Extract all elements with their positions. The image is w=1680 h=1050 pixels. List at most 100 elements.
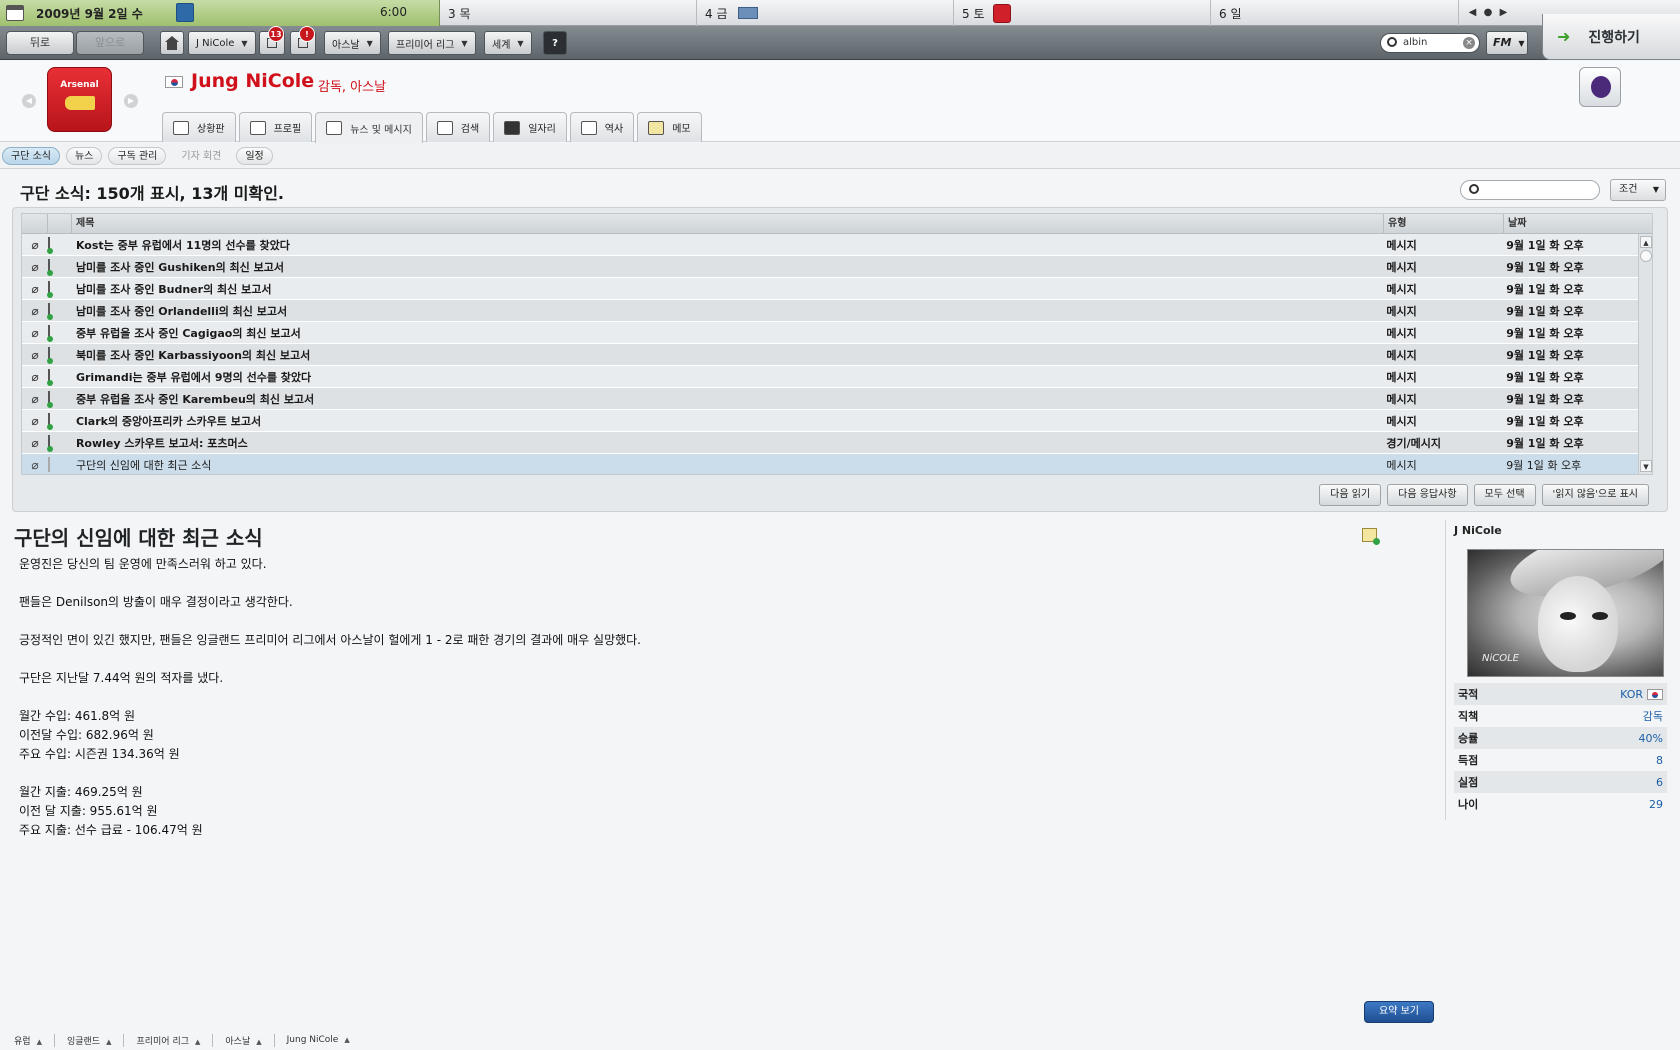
tab-jobs[interactable]: 일자리 [493, 112, 567, 142]
inbox-title: 구단 소식: 150개 표시, 13개 미확인. [20, 184, 284, 203]
fm-menu[interactable]: FM ▼ [1486, 31, 1528, 55]
stat-value-wrap[interactable]: KOR [1620, 688, 1663, 701]
clear-search-icon[interactable]: × [1463, 37, 1475, 49]
stat-label: 승률 [1458, 732, 1479, 745]
paperclip-icon: ⌀ [31, 303, 39, 318]
filter-search-input[interactable] [1460, 180, 1600, 200]
stat-value: KOR [1620, 687, 1643, 701]
add-note-icon[interactable] [1362, 528, 1380, 545]
tab-notes[interactable]: 메모 [637, 112, 702, 142]
message-date: 9월 1일 화 오후 [1506, 414, 1584, 428]
inbox-button[interactable]: 13 [259, 26, 285, 55]
paperclip-icon: ⌀ [31, 391, 39, 406]
scroll-thumb[interactable] [1640, 250, 1652, 262]
calendar-day-3[interactable]: 3 목 [440, 0, 697, 26]
club-menu[interactable]: 아스날 ▼ [324, 31, 381, 55]
home-icon [173, 120, 189, 135]
stat-label: 국적 [1458, 688, 1479, 701]
manager-name: Jung NiCole [191, 70, 315, 92]
table-row[interactable]: ⌀ 북미를 조사 중인 Karbassiyoon의 최신 보고서 메시지 9월 1일 … [22, 344, 1652, 366]
world-menu[interactable]: 세계 ▼ [484, 31, 532, 55]
scroll-up-icon[interactable]: ▲ [1640, 236, 1652, 248]
world-menu-label: 세계 [492, 39, 511, 51]
calendar-day-6[interactable]: 6 일 [1211, 0, 1459, 26]
calendar-icon[interactable] [6, 5, 24, 21]
tab-news[interactable]: 뉴스 및 메시지 [315, 112, 423, 143]
manager-photo: NiCOLE [1467, 549, 1664, 677]
profile-name[interactable]: J NiCole [1454, 524, 1667, 537]
breadcrumb-item[interactable]: 유럽 ▲ [14, 1033, 55, 1047]
breadcrumb-item[interactable]: Jung NiCole ▲ [287, 1035, 362, 1045]
prev-arrow-icon[interactable]: ◀ [22, 94, 36, 108]
next-response-button[interactable]: 다음 응답사항 [1387, 484, 1468, 506]
calendar-today[interactable]: 2009년 9월 2일 수 6:00 [0, 0, 440, 26]
help-button[interactable]: ? [543, 31, 567, 55]
mark-unread-button[interactable]: '읽지 않음'으로 표시 [1541, 484, 1649, 506]
subtab-schedule[interactable]: 일정 [236, 146, 273, 165]
calendar-day-5[interactable]: 5 토 [954, 0, 1211, 26]
caret-up-icon: ▲ [195, 1037, 201, 1046]
alerts-button[interactable]: ! [290, 26, 316, 55]
paperclip-icon: ⌀ [31, 281, 39, 296]
scroll-down-icon[interactable]: ▼ [1640, 460, 1652, 472]
message-type: 메시지 [1386, 392, 1417, 406]
table-row[interactable]: ⌀ 남미를 조사 중인 Gushiken의 최신 보고서 메시지 9월 1일 화 오후 [22, 256, 1652, 278]
next-arrow-icon[interactable]: ▶ [124, 94, 138, 108]
filter-conditions-button[interactable]: 조건 ▼ [1610, 179, 1666, 201]
breadcrumb-item[interactable]: 프리미어 리그 ▲ [136, 1033, 214, 1047]
stat-value[interactable]: 감독 [1643, 708, 1663, 724]
subtab-club-news[interactable]: 구단 소식 [2, 146, 60, 165]
prev-day-icon[interactable]: ◀ [1469, 7, 1477, 18]
continue-button[interactable]: ➜ 진행하기 [1542, 14, 1680, 60]
tab-label: 검색 [460, 124, 480, 135]
message-line: 구단은 지난달 7.44억 원의 적자를 냈다. [19, 671, 224, 685]
unread-envelope-icon [47, 237, 50, 252]
league-logo[interactable] [1579, 67, 1621, 107]
today-dot-icon[interactable]: ● [1484, 7, 1493, 18]
breadcrumb-label: 잉글랜드 [66, 1036, 101, 1047]
table-row[interactable]: ⌀ Rowley 스카우트 보고서: 포츠머스 경기/메시지 9월 1일 화 오후 [22, 432, 1652, 454]
table-row[interactable]: ⌀ Kost는 중부 유럽에서 11명의 선수를 찾았다 메시지 9월 1일 화 오후 [22, 234, 1652, 256]
table-row[interactable]: ⌀ 남미를 조사 중인 Budner의 최신 보고서 메시지 9월 1일 화 오후 [22, 278, 1652, 300]
breadcrumb-item[interactable]: 아스날 ▲ [225, 1033, 275, 1047]
read-next-button[interactable]: 다음 읽기 [1319, 484, 1382, 506]
table-row-selected[interactable]: ⌀ 구단의 신임에 대한 최근 소식 메시지 9월 1일 화 오후 [22, 454, 1652, 474]
subtab-subscriptions[interactable]: 구독 관리 [108, 146, 167, 165]
manager-menu[interactable]: J NiCole ▼ [188, 31, 256, 55]
tab-profile[interactable]: 프로필 [238, 112, 313, 142]
next-day-icon[interactable]: ▶ [1500, 7, 1508, 18]
search-input[interactable]: albin × [1380, 33, 1480, 53]
stat-label: 나이 [1458, 798, 1479, 811]
table-row[interactable]: ⌀ Grimandi는 중부 유럽에서 9명의 선수를 찾았다 메시지 9월 1일 화… [22, 366, 1652, 388]
subtab-news[interactable]: 뉴스 [65, 146, 103, 165]
club-crest[interactable]: Arsenal [47, 67, 112, 132]
match-club-icon[interactable] [176, 3, 194, 22]
tab-search[interactable]: 검색 [425, 112, 491, 142]
breadcrumb-item[interactable]: 잉글랜드 ▲ [66, 1033, 125, 1047]
attachment-column-header[interactable] [22, 214, 48, 234]
table-row[interactable]: ⌀ Clark의 중앙아프리카 스카우트 보고서 메시지 9월 1일 화 오후 [22, 410, 1652, 432]
message-list-scrollbar[interactable]: ▲ ▼ [1638, 234, 1652, 474]
home-button[interactable] [160, 31, 184, 55]
status-column-header[interactable] [48, 214, 72, 234]
league-menu[interactable]: 프리미어 리그 ▼ [388, 31, 476, 55]
table-row[interactable]: ⌀ 중부 유럽을 조사 중인 Cagigao의 최신 보고서 메시지 9월 1일 화 … [22, 322, 1652, 344]
calendar-day-4[interactable]: 4 금 [697, 0, 954, 26]
tab-history[interactable]: 역사 [569, 112, 635, 142]
subject-column-header[interactable]: 제목 [72, 214, 1384, 234]
calendar-nav: ◀ ● ▶ [1459, 0, 1517, 25]
unread-envelope-icon [47, 259, 50, 274]
table-row[interactable]: ⌀ 남미를 조사 중인 Orlandelli의 최신 보고서 메시지 9월 1일 화 … [22, 300, 1652, 322]
date-column-header[interactable]: 날짜 [1504, 214, 1640, 234]
forward-button[interactable]: 앞으로 [76, 31, 144, 55]
subtab-press-conference[interactable]: 기자 회견 [172, 147, 230, 165]
type-column-header[interactable]: 유형 [1384, 214, 1504, 234]
table-row[interactable]: ⌀ 중부 유럽을 조사 중인 Karembeu의 최신 보고서 메시지 9월 1일 화… [22, 388, 1652, 410]
summary-view-button[interactable]: 요약 보기 [1364, 1001, 1434, 1023]
back-button[interactable]: 뒤로 [6, 31, 74, 55]
tab-overview[interactable]: 상황판 [162, 112, 236, 142]
select-all-button[interactable]: 모두 선택 [1473, 484, 1536, 506]
